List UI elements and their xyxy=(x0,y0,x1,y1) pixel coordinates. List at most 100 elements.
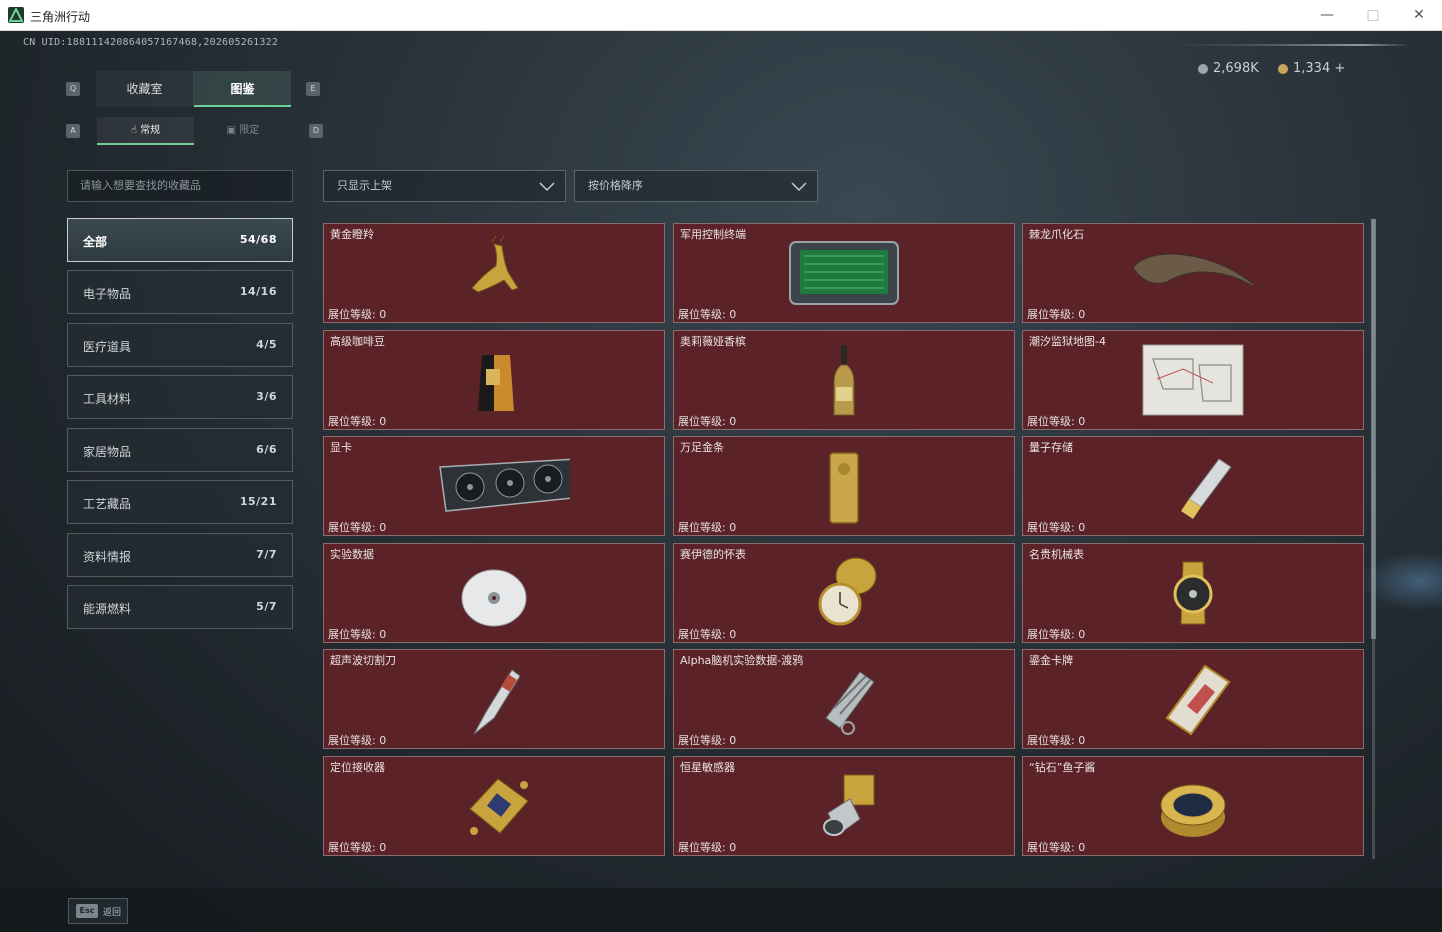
star-sensor-icon xyxy=(823,774,875,836)
maximize-button[interactable]: □ xyxy=(1350,0,1396,31)
scrollbar-thumb[interactable] xyxy=(1371,219,1376,639)
booth-level: 展位等级: 0 xyxy=(328,841,387,854)
item-card[interactable]: “钻石”鱼子酱 展位等级: 0 xyxy=(1022,756,1364,856)
item-name: 赛伊德的怀表 xyxy=(680,548,746,561)
item-card[interactable]: 潮汐监狱地图-4 展位等级: 0 xyxy=(1022,330,1364,430)
bottom-bar xyxy=(0,888,1442,932)
shelf-filter-value: 只显示上架 xyxy=(337,179,392,192)
item-card[interactable]: 超声波切割刀 展位等级: 0 xyxy=(323,649,665,749)
item-card[interactable]: 名贵机械表 展位等级: 0 xyxy=(1022,543,1364,643)
item-name: 万足金条 xyxy=(680,441,724,454)
booth-level: 展位等级: 0 xyxy=(1027,628,1086,641)
booth-level: 展位等级: 0 xyxy=(328,415,387,428)
chevron-down-icon xyxy=(791,182,807,192)
ultrasonic-knife-icon xyxy=(473,669,521,735)
champagne-icon xyxy=(833,345,855,416)
tab-collection-room[interactable]: 收藏室 xyxy=(96,71,194,107)
booth-level: 展位等级: 0 xyxy=(328,734,387,747)
category-label: 工艺藏品 xyxy=(83,497,132,511)
minimize-button[interactable]: — xyxy=(1304,0,1350,31)
control-terminal-icon xyxy=(789,241,899,305)
category-count: 14/16 xyxy=(239,285,277,298)
item-name: 黄金瞪羚 xyxy=(330,228,374,241)
sort-dropdown[interactable]: 按价格降序 xyxy=(574,170,818,202)
category-medical[interactable]: 医疗道具 4/5 xyxy=(67,323,293,367)
booth-level: 展位等级: 0 xyxy=(1027,841,1086,854)
item-name: 超声波切割刀 xyxy=(330,654,396,667)
item-card[interactable]: 高级咖啡豆 展位等级: 0 xyxy=(323,330,665,430)
subtab-normal-label: 常规 xyxy=(140,125,161,136)
coupon-icon xyxy=(1198,63,1208,74)
shelf-filter-dropdown[interactable]: 只显示上架 xyxy=(323,170,566,202)
item-card[interactable]: 量子存储 展位等级: 0 xyxy=(1022,436,1364,536)
prev-tab-key-hint: Q xyxy=(66,82,80,96)
item-card[interactable]: 鎏金卡牌 展位等级: 0 xyxy=(1022,649,1364,749)
booth-level: 展位等级: 0 xyxy=(1027,521,1086,534)
category-count: 6/6 xyxy=(256,443,277,456)
item-card[interactable]: 实验数据 展位等级: 0 xyxy=(323,543,665,643)
subtab-limited[interactable]: ▣ 限定 xyxy=(194,117,292,145)
disc-icon xyxy=(461,569,527,627)
item-name: 实验数据 xyxy=(330,548,374,561)
item-card[interactable]: 万足金条 展位等级: 0 xyxy=(673,436,1015,536)
booth-level: 展位等级: 0 xyxy=(678,628,737,641)
category-intel[interactable]: 资料情报 7/7 xyxy=(67,533,293,577)
item-name: 显卡 xyxy=(330,441,352,454)
subtab-normal[interactable]: ☝ 常规 xyxy=(97,117,194,145)
close-button[interactable]: ✕ xyxy=(1396,0,1442,31)
item-card[interactable]: 显卡 展位等级: 0 xyxy=(323,436,665,536)
lock-icon: ▣ xyxy=(226,125,237,136)
next-subtab-key-hint: D xyxy=(309,124,323,138)
item-name: 鎏金卡牌 xyxy=(1029,654,1073,667)
back-label: 返回 xyxy=(103,908,122,918)
category-crafts[interactable]: 工艺藏品 15/21 xyxy=(67,480,293,524)
booth-level: 展位等级: 0 xyxy=(678,841,737,854)
uid-text: CN UID:1881114208640571674​68,2026052613… xyxy=(23,37,279,48)
back-button[interactable]: Esc 返回 xyxy=(68,898,128,924)
category-label: 全部 xyxy=(83,235,108,249)
category-count: 3/6 xyxy=(256,390,277,403)
item-name: 潮汐监狱地图-4 xyxy=(1029,335,1106,348)
item-card[interactable]: 军用控制终端 展位等级: 0 xyxy=(673,223,1015,323)
item-name: 棘龙爪化石 xyxy=(1029,228,1084,241)
item-card[interactable]: Alpha脑机实验数据-渡鸦 展位等级: 0 xyxy=(673,649,1015,749)
booth-level: 展位等级: 0 xyxy=(1027,415,1086,428)
category-electronics[interactable]: 电子物品 14/16 xyxy=(67,270,293,314)
category-household[interactable]: 家居物品 6/6 xyxy=(67,428,293,472)
category-tools[interactable]: 工具材料 3/6 xyxy=(67,375,293,419)
booth-level: 展位等级: 0 xyxy=(328,308,387,321)
graphics-card-icon xyxy=(439,458,570,512)
category-label: 医疗道具 xyxy=(83,340,132,354)
data-canister-icon xyxy=(825,671,875,735)
tab-catalog[interactable]: 图鉴 xyxy=(194,71,291,107)
category-label: 家居物品 xyxy=(83,445,132,459)
wristwatch-icon xyxy=(1173,561,1213,625)
category-label: 工具材料 xyxy=(83,392,132,406)
usb-drive-icon xyxy=(1181,458,1232,519)
coin-balance[interactable]: 1,334 + xyxy=(1278,61,1345,76)
prev-subtab-key-hint: A xyxy=(66,124,80,138)
category-energy[interactable]: 能源燃料 5/7 xyxy=(67,585,293,629)
item-card[interactable]: 定位接收器 展位等级: 0 xyxy=(323,756,665,856)
receiver-icon xyxy=(469,778,529,835)
item-name: 高级咖啡豆 xyxy=(330,335,385,348)
item-card[interactable]: 棘龙爪化石 展位等级: 0 xyxy=(1022,223,1364,323)
coin-icon xyxy=(1278,63,1288,74)
item-name: 奥莉薇娅香槟 xyxy=(680,335,746,348)
game-viewport: CN UID:1881114208640571674​68,2026052613… xyxy=(0,31,1442,932)
item-card[interactable]: 赛伊德的怀表 展位等级: 0 xyxy=(673,543,1015,643)
item-card[interactable]: 黄金瞪羚 展位等级: 0 xyxy=(323,223,665,323)
category-label: 资料情报 xyxy=(83,550,132,564)
category-count: 5/7 xyxy=(256,600,277,613)
item-card[interactable]: 恒星敏感器 展位等级: 0 xyxy=(673,756,1015,856)
category-all[interactable]: 全部 54/68 xyxy=(67,218,293,262)
item-card[interactable]: 奥莉薇娅香槟 展位等级: 0 xyxy=(673,330,1015,430)
booth-level: 展位等级: 0 xyxy=(678,308,737,321)
item-name: “钻石”鱼子酱 xyxy=(1029,761,1096,774)
pocket-watch-icon xyxy=(818,557,877,626)
category-label: 能源燃料 xyxy=(83,602,132,616)
item-name: 军用控制终端 xyxy=(680,228,746,241)
coupon-balance: 2,698K xyxy=(1198,61,1259,76)
booth-level: 展位等级: 0 xyxy=(328,628,387,641)
search-input[interactable]: 请输入想要查找的收藏品 xyxy=(67,170,293,202)
